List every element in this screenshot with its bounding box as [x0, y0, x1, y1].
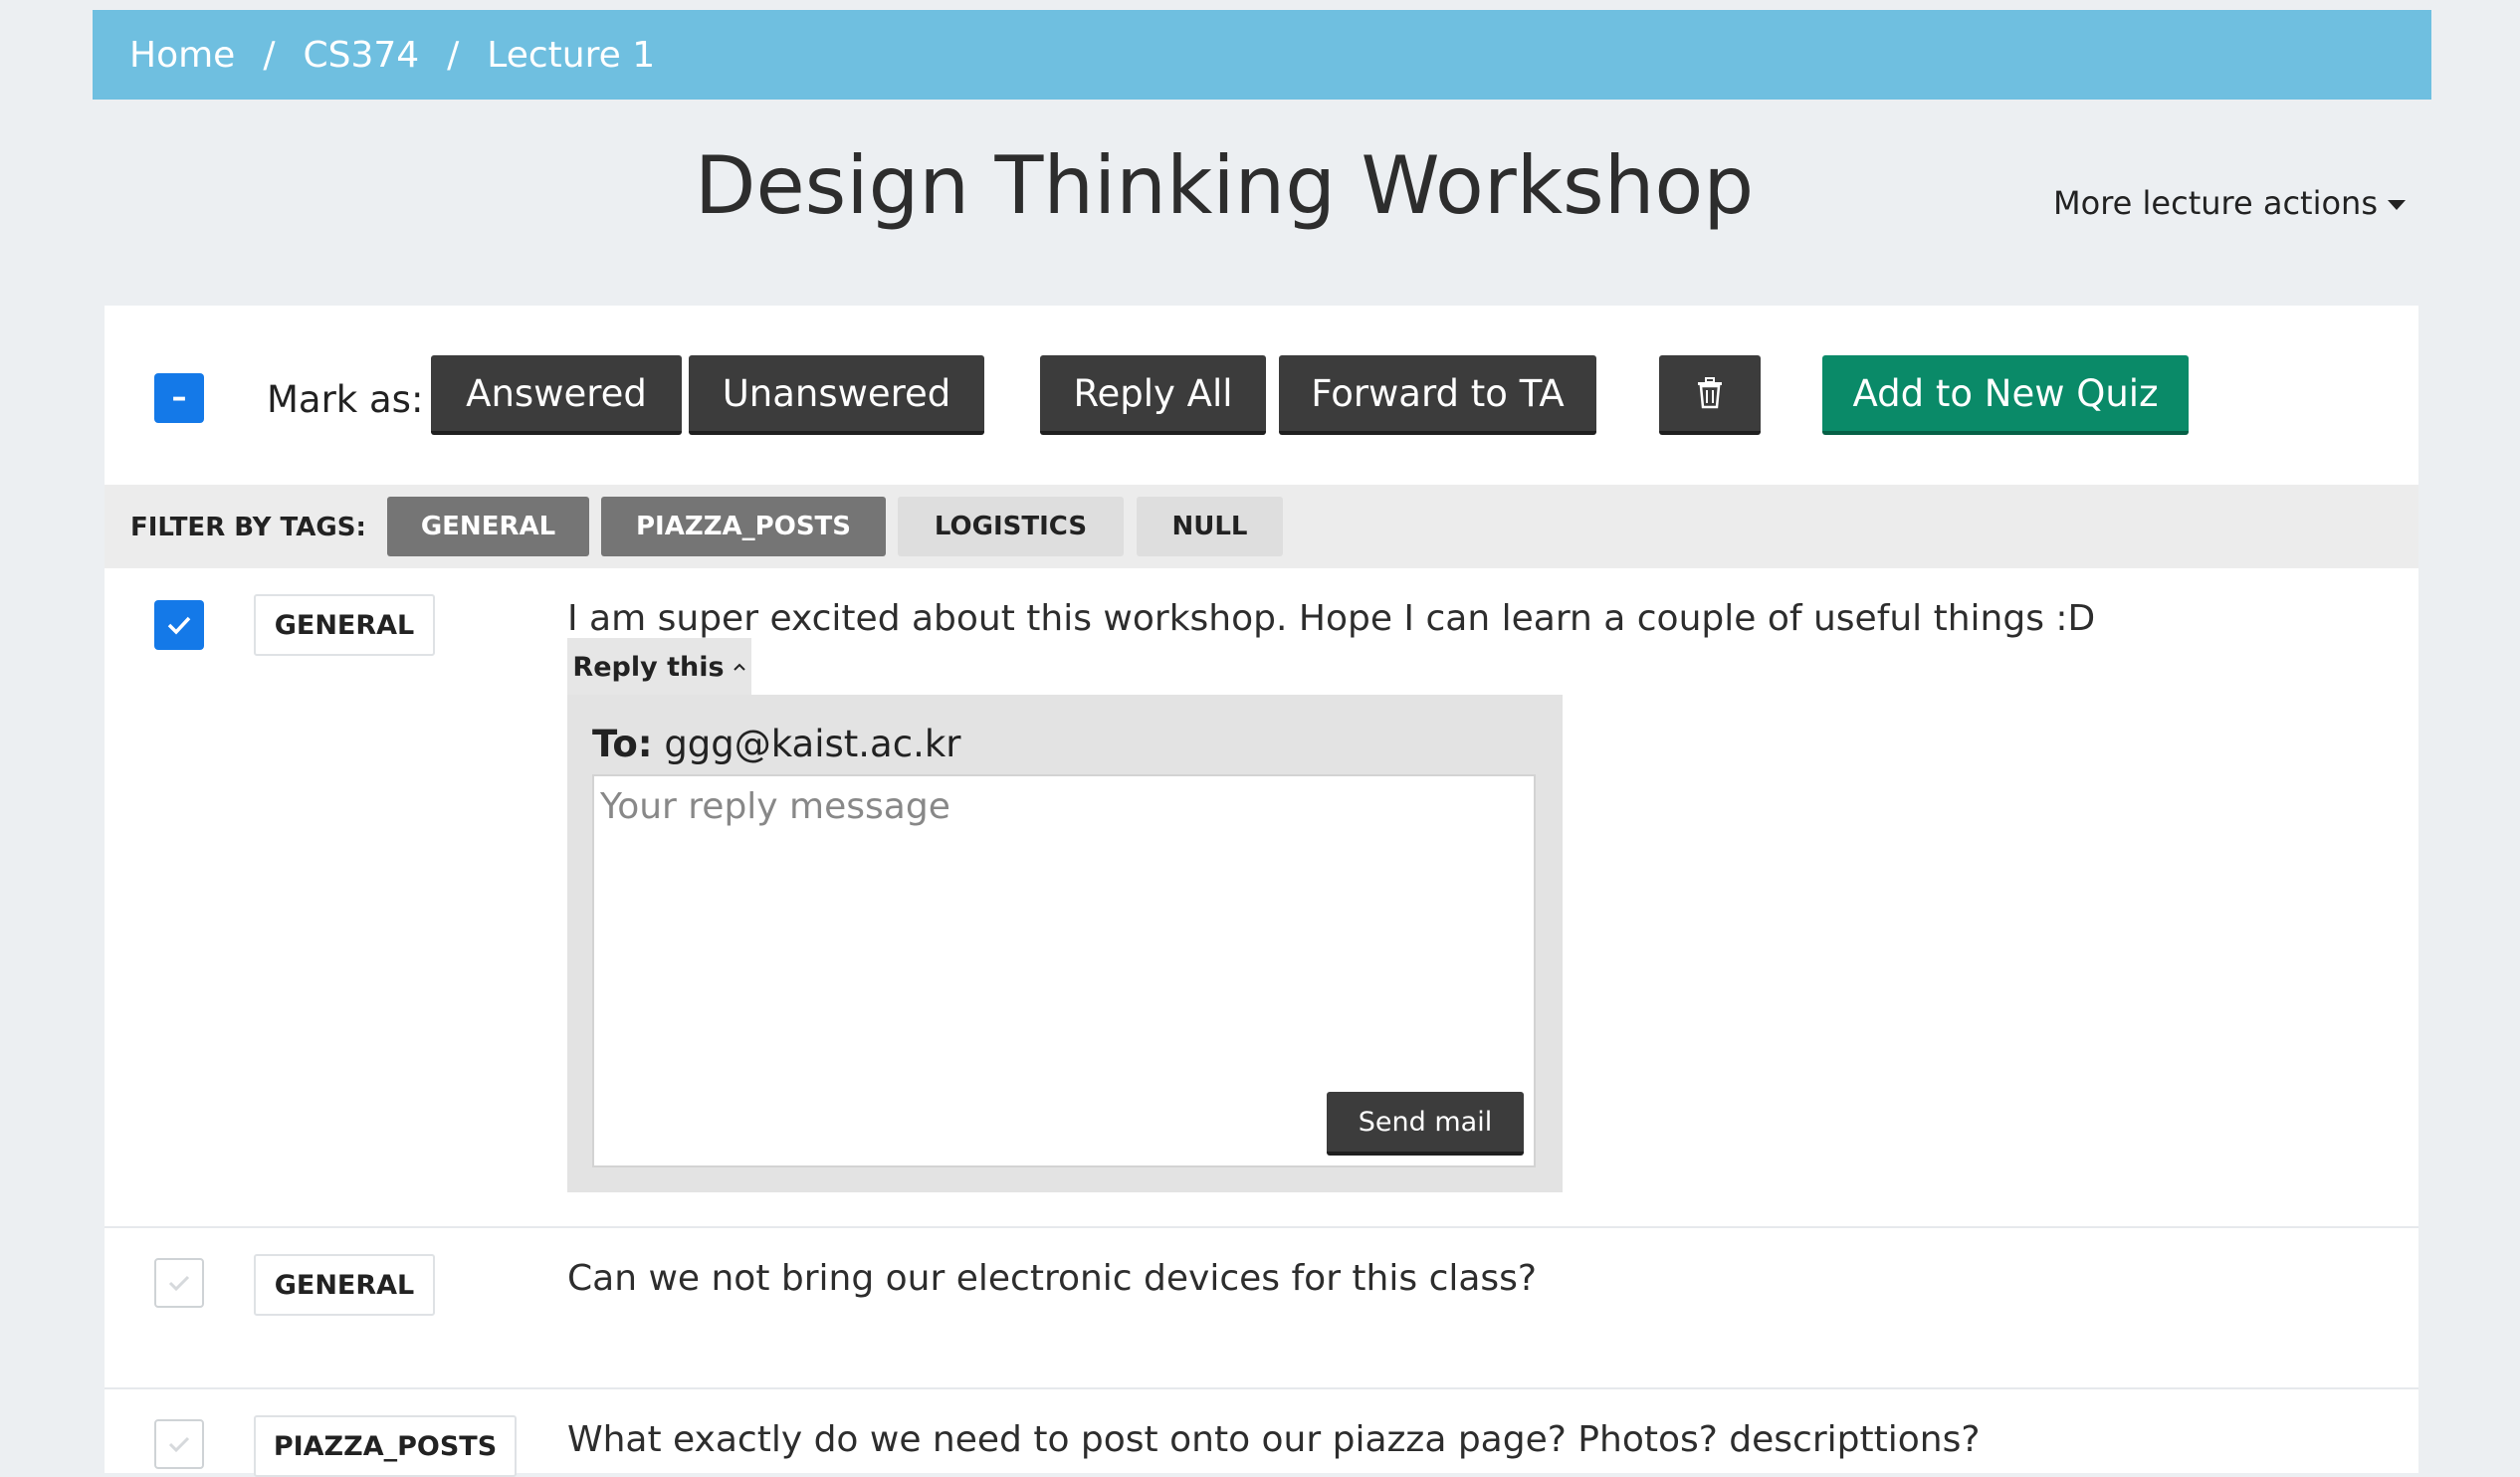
question-text: I am super excited about this workshop. …: [567, 598, 2096, 639]
question-checkbox[interactable]: [154, 600, 204, 650]
select-all-checkbox[interactable]: –: [154, 373, 204, 423]
filter-tag-null[interactable]: NULL: [1137, 497, 1283, 556]
breadcrumb-separator: /: [263, 34, 276, 76]
question-tag[interactable]: GENERAL: [254, 594, 435, 656]
reply-recipient: To: ggg@kaist.ac.kr: [592, 723, 960, 765]
bulk-action-toolbar: – Mark as: Answered Unanswered Reply All…: [105, 306, 2418, 485]
check-icon: [168, 1275, 190, 1292]
filter-label: FILTER BY TAGS:: [130, 513, 366, 542]
check-icon: [168, 1436, 190, 1453]
reply-all-button[interactable]: Reply All: [1040, 355, 1266, 435]
mark-answered-button[interactable]: Answered: [431, 355, 682, 435]
filter-tag-general[interactable]: GENERAL: [387, 497, 589, 556]
reply-placeholder: Your reply message: [600, 786, 950, 827]
mark-as-label: Mark as:: [267, 378, 424, 421]
reply-panel: To: ggg@kaist.ac.kr Your reply message S…: [567, 695, 1563, 1192]
filter-tag-piazza-posts[interactable]: PIAZZA_POSTS: [601, 497, 886, 556]
check-icon: [167, 616, 191, 635]
more-actions-label: More lecture actions: [2053, 184, 2378, 222]
question-checkbox[interactable]: [154, 1419, 204, 1469]
breadcrumb-lecture[interactable]: Lecture 1: [487, 35, 655, 76]
breadcrumb: Home / CS374 / Lecture 1: [93, 10, 2431, 100]
mark-unanswered-button[interactable]: Unanswered: [689, 355, 984, 435]
indeterminate-icon: –: [171, 380, 187, 415]
question-row: GENERAL I am super excited about this wo…: [105, 568, 2418, 1228]
question-text: Can we not bring our electronic devices …: [567, 1258, 1538, 1299]
breadcrumb-home[interactable]: Home: [129, 35, 235, 76]
tag-filter-bar: FILTER BY TAGS: GENERAL PIAZZA_POSTS LOG…: [105, 485, 2418, 568]
question-tag[interactable]: PIAZZA_POSTS: [254, 1415, 517, 1477]
to-label: To:: [592, 723, 653, 765]
chevron-up-icon: [733, 663, 745, 671]
question-text: What exactly do we need to post onto our…: [567, 1419, 1981, 1460]
filter-tag-logistics[interactable]: LOGISTICS: [898, 497, 1124, 556]
reply-toggle-label: Reply this: [572, 651, 725, 683]
question-row: PIAZZA_POSTS What exactly do we need to …: [105, 1389, 2418, 1477]
trash-icon: [1698, 377, 1722, 409]
send-mail-button[interactable]: Send mail: [1327, 1092, 1524, 1156]
question-row: GENERAL Can we not bring our electronic …: [105, 1228, 2418, 1389]
caret-down-icon: [2388, 200, 2406, 210]
question-tag[interactable]: GENERAL: [254, 1254, 435, 1316]
breadcrumb-separator: /: [447, 34, 460, 76]
question-checkbox[interactable]: [154, 1258, 204, 1308]
breadcrumb-course[interactable]: CS374: [303, 35, 419, 76]
reply-toggle[interactable]: Reply this: [567, 638, 751, 696]
reply-message-input[interactable]: Your reply message Send mail: [592, 774, 1536, 1167]
add-to-new-quiz-button[interactable]: Add to New Quiz: [1822, 355, 2189, 435]
delete-button[interactable]: [1659, 355, 1761, 435]
more-lecture-actions-dropdown[interactable]: More lecture actions: [2053, 184, 2406, 222]
forward-to-ta-button[interactable]: Forward to TA: [1279, 355, 1596, 435]
recipient-email: ggg@kaist.ac.kr: [664, 723, 961, 765]
